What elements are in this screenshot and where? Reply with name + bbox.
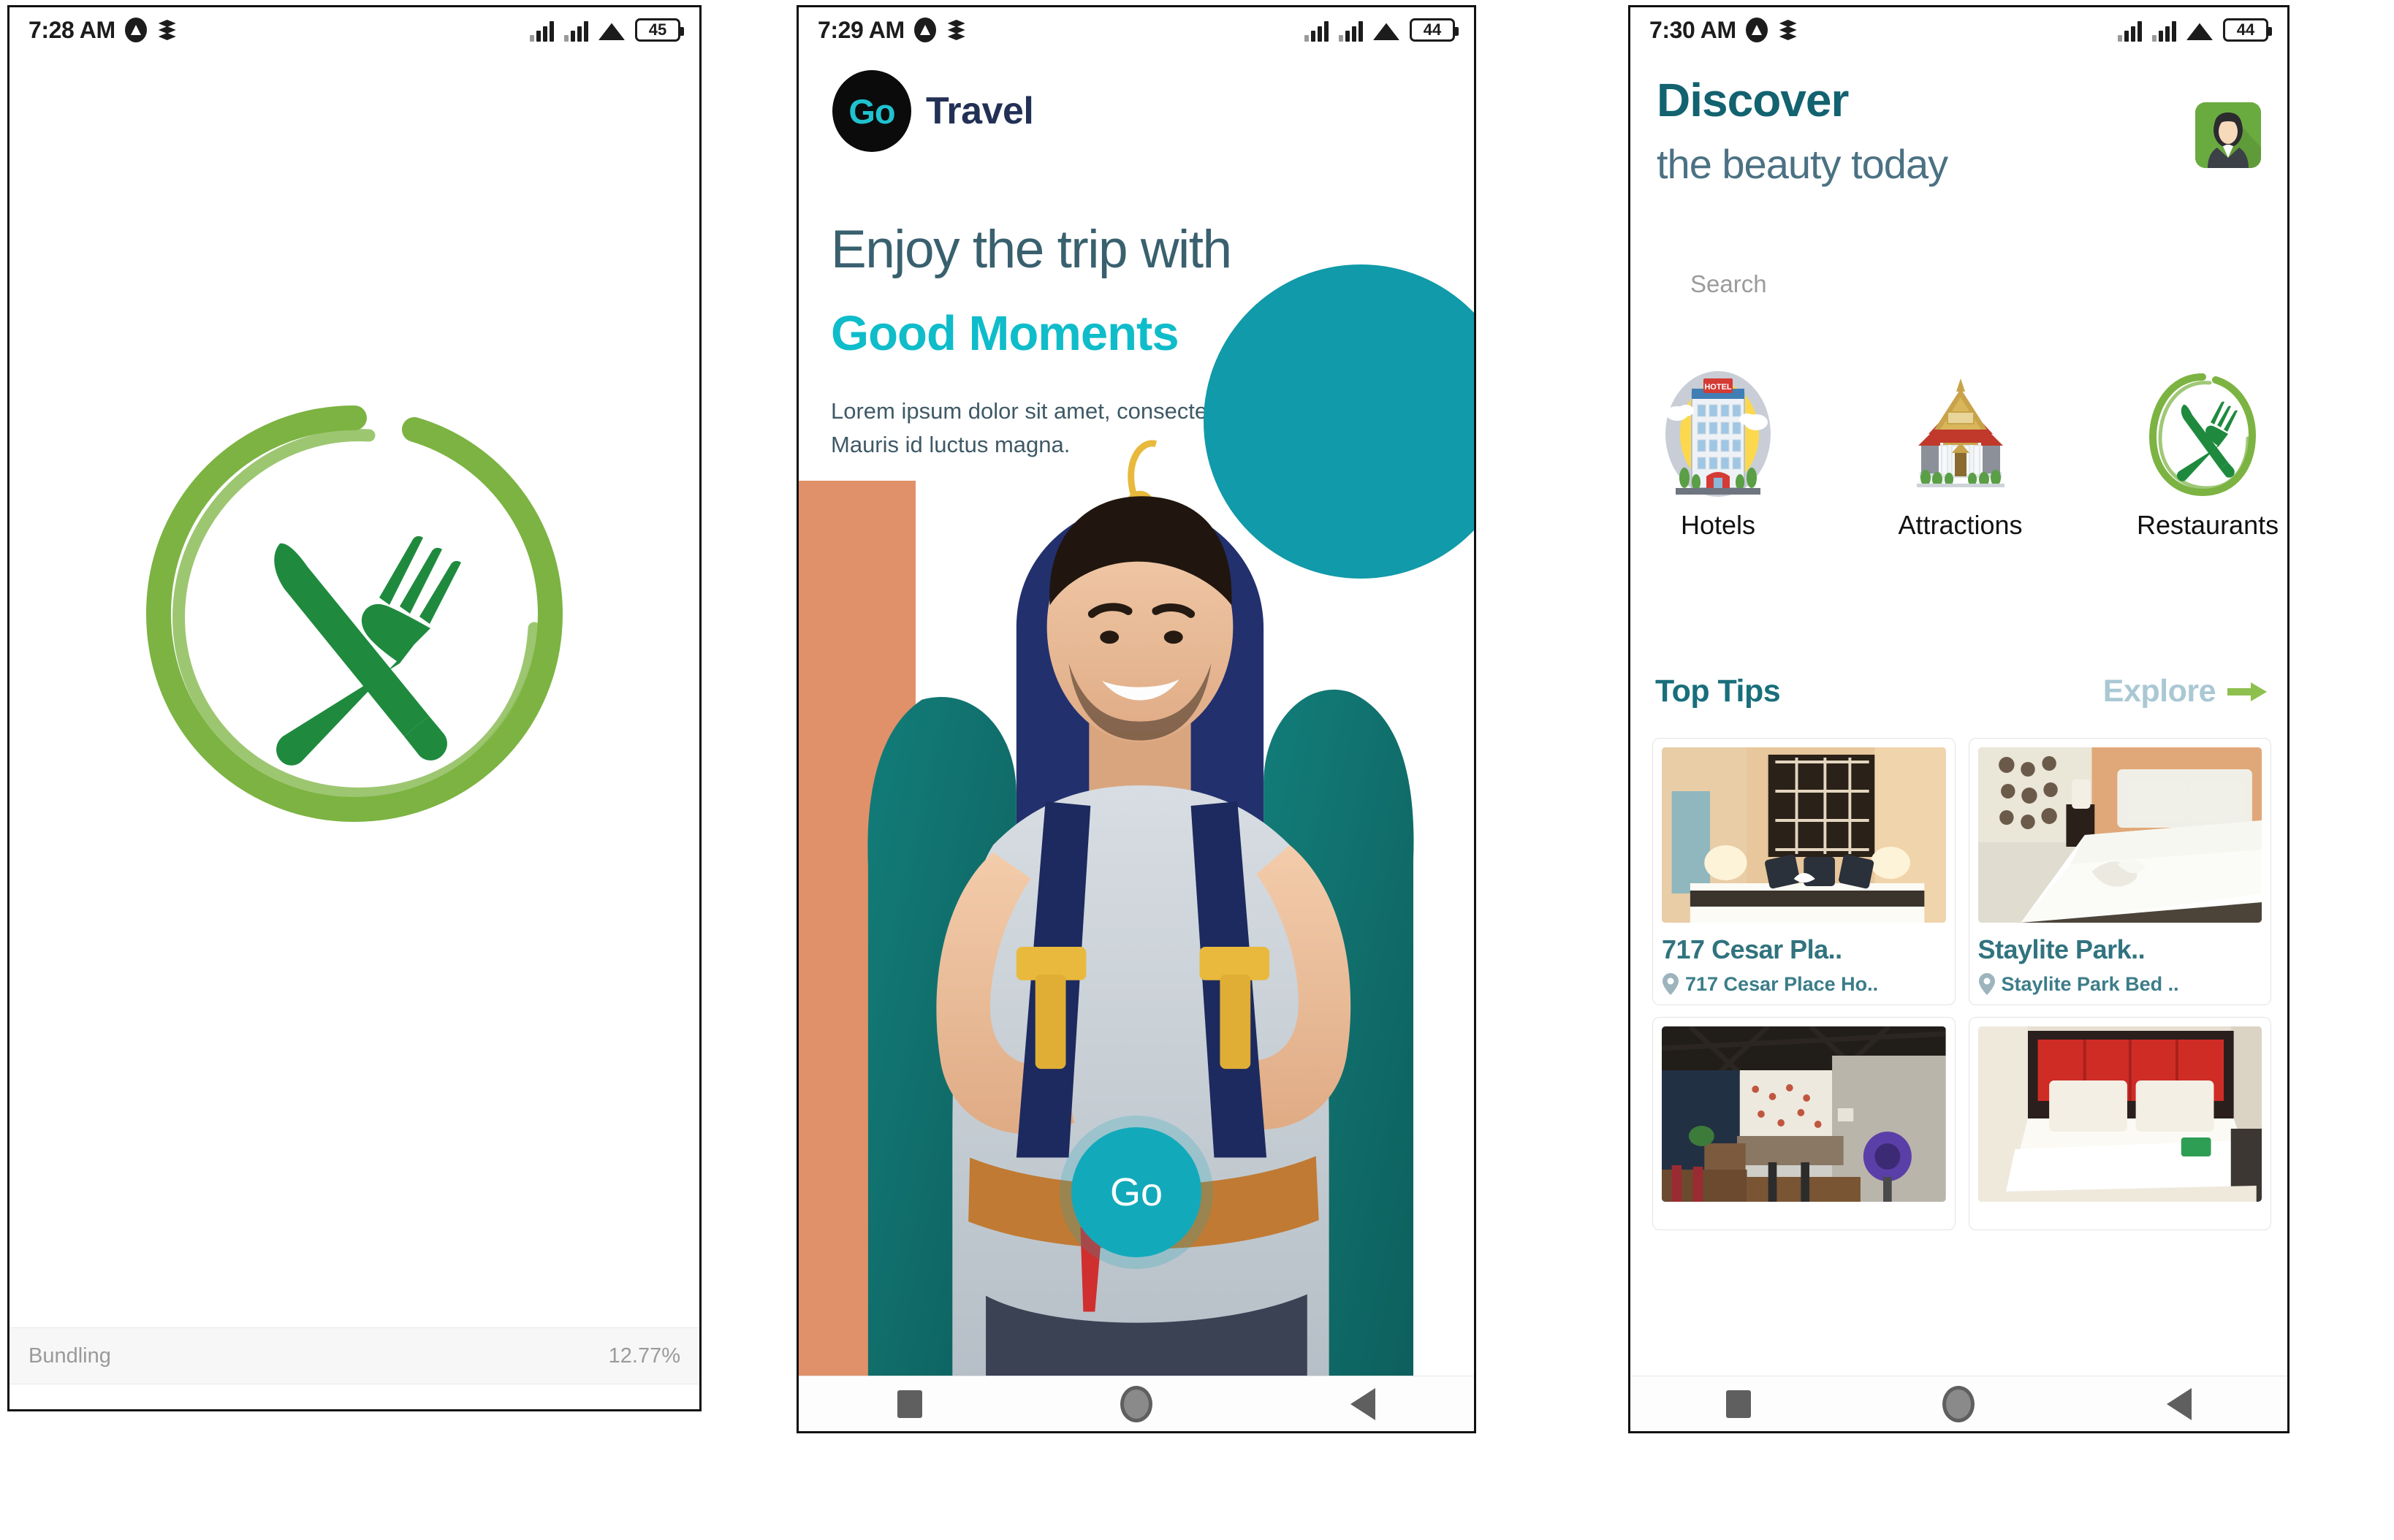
compass-icon (913, 18, 936, 42)
status-time: 7:29 AM (818, 16, 905, 43)
explore-link[interactable]: Explore (2103, 674, 2267, 709)
fork-knife-circle-icon (2144, 367, 2261, 503)
status-bar: 7:30 AM 44 (1630, 7, 2287, 53)
category-label: Hotels (1680, 510, 1756, 540)
category-label: Restaurants (2137, 510, 2279, 540)
back-triangle-icon[interactable] (2166, 1387, 2192, 1420)
category-attractions[interactable]: Attractions (1895, 367, 2026, 541)
search-bar[interactable] (1657, 262, 2265, 307)
arrow-right-icon (2227, 682, 2267, 701)
card-title: 717 Cesar Pla.. (1662, 934, 1842, 964)
signal-icon (1339, 20, 1363, 42)
bundling-status-bar: Bundling 12.77% (10, 1327, 699, 1384)
android-nav-bar (799, 1376, 1474, 1431)
go-cta-button[interactable]: Go (1071, 1127, 1201, 1257)
list-item[interactable]: Staylite Park.. Staylite Park Bed .. (1968, 738, 2271, 1005)
list-item[interactable] (1968, 1017, 2271, 1230)
bundling-percent: 12.77% (608, 1343, 680, 1368)
category-hotels[interactable]: HOTEL Hotels (1652, 367, 1784, 541)
signal-icon (1304, 20, 1329, 42)
card-title: Staylite Park.. (1977, 934, 2146, 964)
status-bar-right: 45 (530, 18, 684, 42)
compass-icon (124, 18, 147, 42)
battery-icon: 44 (2223, 18, 2272, 42)
status-bar: 7:29 AM 44 (799, 7, 1474, 53)
card-thumbnail (1977, 1026, 2262, 1202)
battery-icon: 45 (635, 18, 684, 42)
category-label: Attractions (1898, 510, 2023, 540)
status-time: 7:28 AM (28, 16, 115, 43)
screenshot-stage: 7:28 AM 45 Bundling 12.77% 7:29 AM 44 Go… (0, 0, 2394, 1540)
avatar[interactable] (2195, 102, 2261, 168)
brand-name: Travel (926, 90, 1034, 132)
category-restaurants[interactable]: Restaurants (2137, 367, 2279, 541)
bundling-label: Bundling (28, 1343, 111, 1368)
search-input[interactable] (1657, 262, 2265, 307)
page-title: Discover (1657, 74, 1849, 126)
hotel-building-icon: HOTEL (1660, 367, 1776, 503)
phone-screen-discover: 7:30 AM 44 Discover the beauty today Sea… (1628, 5, 2290, 1433)
wifi-icon (598, 20, 625, 42)
layers-icon (156, 18, 178, 42)
phone-screen-splash: 7:28 AM 45 Bundling 12.77% (7, 5, 702, 1411)
headline-line-2: Good Moments (831, 306, 1179, 361)
card-thumbnail (1662, 1026, 1946, 1202)
status-bar-left: 7:30 AM (1649, 17, 1799, 44)
home-circle-icon[interactable] (1120, 1385, 1152, 1422)
list-item[interactable] (1652, 1017, 1956, 1230)
recents-square-icon[interactable] (897, 1390, 923, 1418)
status-bar-right: 44 (2118, 18, 2272, 42)
wifi-icon (2186, 20, 2213, 42)
tips-card-grid: 717 Cesar Pla.. 717 Cesar Place Ho.. Sta… (1652, 738, 2271, 1376)
location-pin-icon (1978, 972, 1996, 996)
card-location: Staylite Park Bed .. (1978, 972, 2262, 996)
card-location-text: 717 Cesar Place Ho.. (1685, 972, 1879, 995)
brand-badge-go: Go (832, 70, 911, 152)
phone-screen-onboarding: 7:29 AM 44 Go Travel Enjoy the trip with… (797, 5, 1476, 1433)
status-bar-right: 44 (1304, 18, 1459, 42)
android-nav-bar (1630, 1376, 2287, 1431)
layers-icon (1777, 18, 1799, 42)
list-item[interactable]: 717 Cesar Pla.. 717 Cesar Place Ho.. (1652, 738, 1956, 1005)
compass-icon (1745, 18, 1768, 42)
home-circle-icon[interactable] (1942, 1385, 1975, 1422)
recents-square-icon[interactable] (1726, 1390, 1752, 1418)
wifi-icon (1373, 20, 1399, 42)
brand-row: Go Travel (832, 70, 1034, 152)
restaurant-brush-logo (128, 387, 581, 840)
card-location: 717 Cesar Place Ho.. (1662, 972, 1946, 996)
signal-icon (530, 20, 554, 42)
location-pin-icon (1662, 972, 1679, 996)
category-row: HOTEL Hotels Attractions Restaurants (1652, 367, 2279, 541)
status-bar-left: 7:28 AM (28, 17, 178, 44)
status-bar: 7:28 AM 45 (10, 7, 699, 53)
temple-icon (1902, 367, 2019, 503)
splash-logo-container (10, 387, 699, 840)
page-subtitle: the beauty today (1657, 141, 1948, 187)
section-header-top-tips: Top Tips Explore (1655, 674, 2267, 709)
section-title: Top Tips (1655, 674, 1781, 709)
signal-icon (2152, 20, 2176, 42)
status-bar-left: 7:29 AM (818, 17, 968, 44)
status-time: 7:30 AM (1649, 16, 1736, 43)
signal-icon (2118, 20, 2142, 42)
battery-icon: 44 (1410, 18, 1459, 42)
card-location-text: Staylite Park Bed .. (2001, 972, 2179, 995)
svg-text:HOTEL: HOTEL (1704, 383, 1732, 392)
back-triangle-icon[interactable] (1350, 1387, 1375, 1420)
card-thumbnail (1662, 747, 1946, 923)
signal-icon (564, 20, 588, 42)
explore-label: Explore (2102, 674, 2216, 709)
layers-icon (946, 18, 968, 42)
card-thumbnail (1977, 747, 2262, 923)
